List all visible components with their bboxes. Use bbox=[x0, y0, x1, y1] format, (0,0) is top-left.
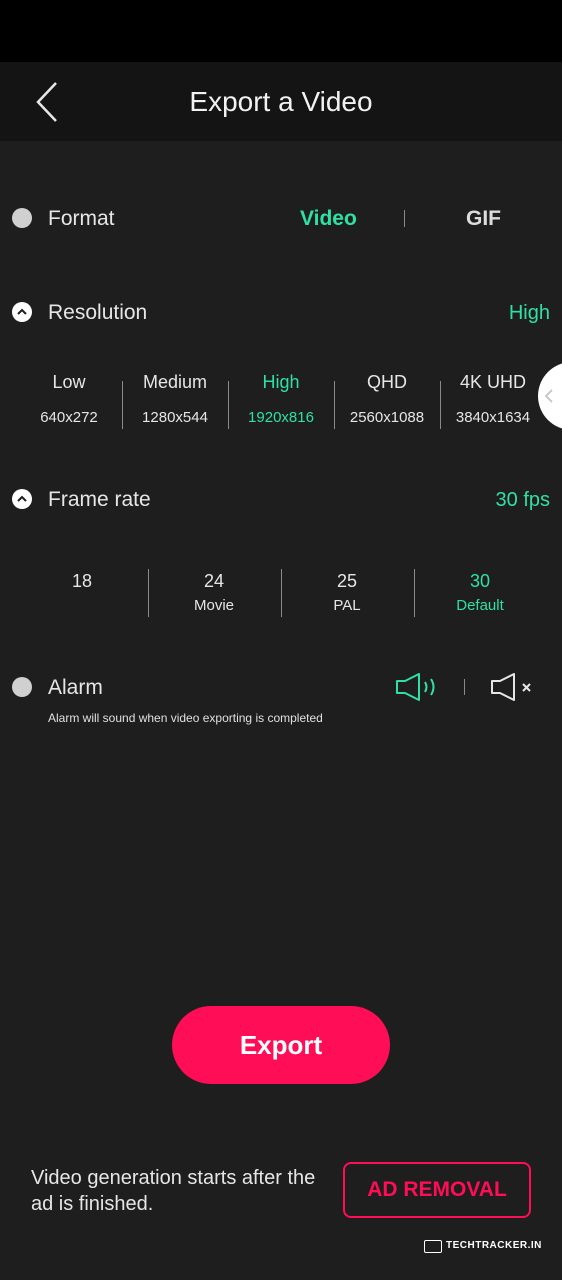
format-option-video[interactable]: Video bbox=[300, 207, 357, 231]
frame-rate-sublabel: PAL bbox=[333, 597, 361, 614]
resolution-option-dims: 3840x1634 bbox=[455, 409, 531, 426]
chevron-up-icon bbox=[17, 495, 27, 502]
format-label: Format bbox=[48, 207, 115, 230]
format-collapsed-indicator bbox=[12, 208, 32, 228]
format-divider bbox=[404, 210, 405, 227]
export-button[interactable]: Export bbox=[172, 1006, 390, 1084]
frame-rate-option-25[interactable]: 25 PAL bbox=[281, 568, 413, 624]
ad-removal-button[interactable]: AD REMOVAL bbox=[343, 1162, 531, 1218]
resolution-option-name: High bbox=[262, 372, 300, 392]
frame-rate-sublabel: Movie bbox=[193, 597, 234, 614]
resolution-current-value: High bbox=[508, 302, 550, 324]
frame-rate-option-24[interactable]: 24 Movie bbox=[148, 568, 280, 624]
resolution-option-dims: 2560x1088 bbox=[349, 409, 425, 426]
header-bar: Export a Video bbox=[0, 62, 562, 141]
ad-notice-text: Video generation starts after the ad is … bbox=[31, 1167, 316, 1215]
resolution-option-name: Low bbox=[52, 372, 86, 392]
alarm-description: Alarm will sound when video exporting is… bbox=[48, 711, 323, 725]
resolution-option-name: Medium bbox=[142, 372, 208, 392]
alarm-divider bbox=[464, 679, 465, 695]
frame-rate-value: 25 bbox=[336, 571, 358, 591]
format-option-gif[interactable]: GIF bbox=[466, 207, 501, 231]
alarm-mute-button[interactable] bbox=[490, 672, 536, 707]
resolution-option-dims: 640x272 bbox=[40, 409, 98, 426]
resolution-option-name: 4K UHD bbox=[459, 372, 526, 392]
resolution-expand-toggle[interactable] bbox=[12, 302, 32, 322]
resolution-option-medium[interactable]: Medium 1280x544 bbox=[122, 370, 228, 436]
frame-rate-current-value: 30 fps bbox=[495, 489, 550, 511]
frame-rate-option-30[interactable]: 30 Default bbox=[414, 568, 546, 624]
resolution-option-dims: 1920x816 bbox=[248, 409, 314, 426]
resolution-option-dims: 1280x544 bbox=[142, 409, 208, 426]
chevron-left-icon bbox=[544, 389, 553, 403]
frame-rate-label: Frame rate bbox=[48, 488, 151, 511]
resolution-option-low[interactable]: Low 640x272 bbox=[16, 370, 122, 436]
speaker-mute-icon bbox=[491, 673, 531, 701]
alarm-label: Alarm bbox=[48, 676, 103, 699]
resolution-option-qhd[interactable]: QHD 2560x1088 bbox=[334, 370, 440, 436]
frame-rate-value: 30 bbox=[469, 571, 491, 591]
status-bar bbox=[0, 0, 562, 62]
resolution-option-high[interactable]: High 1920x816 bbox=[228, 370, 334, 436]
chevron-up-icon bbox=[17, 308, 27, 315]
resolution-label: Resolution bbox=[48, 301, 148, 324]
alarm-sound-on-button[interactable] bbox=[394, 672, 440, 707]
resolution-option-4k-uhd[interactable]: 4K UHD 3840x1634 bbox=[440, 370, 546, 436]
resolution-option-name: QHD bbox=[367, 372, 407, 392]
watermark-text: TECHTRACKER.IN bbox=[446, 1240, 542, 1251]
page-title: Export a Video bbox=[189, 86, 373, 117]
frame-rate-sublabel: Default bbox=[456, 597, 504, 614]
speaker-on-icon bbox=[396, 673, 435, 701]
frame-rate-option-18[interactable]: 18 bbox=[16, 568, 148, 624]
alarm-collapsed-indicator bbox=[12, 677, 32, 697]
frame-rate-value: 24 bbox=[203, 571, 225, 591]
watermark-logo-icon bbox=[424, 1240, 442, 1253]
frame-rate-value: 18 bbox=[71, 571, 93, 591]
frame-rate-expand-toggle[interactable] bbox=[12, 489, 32, 509]
